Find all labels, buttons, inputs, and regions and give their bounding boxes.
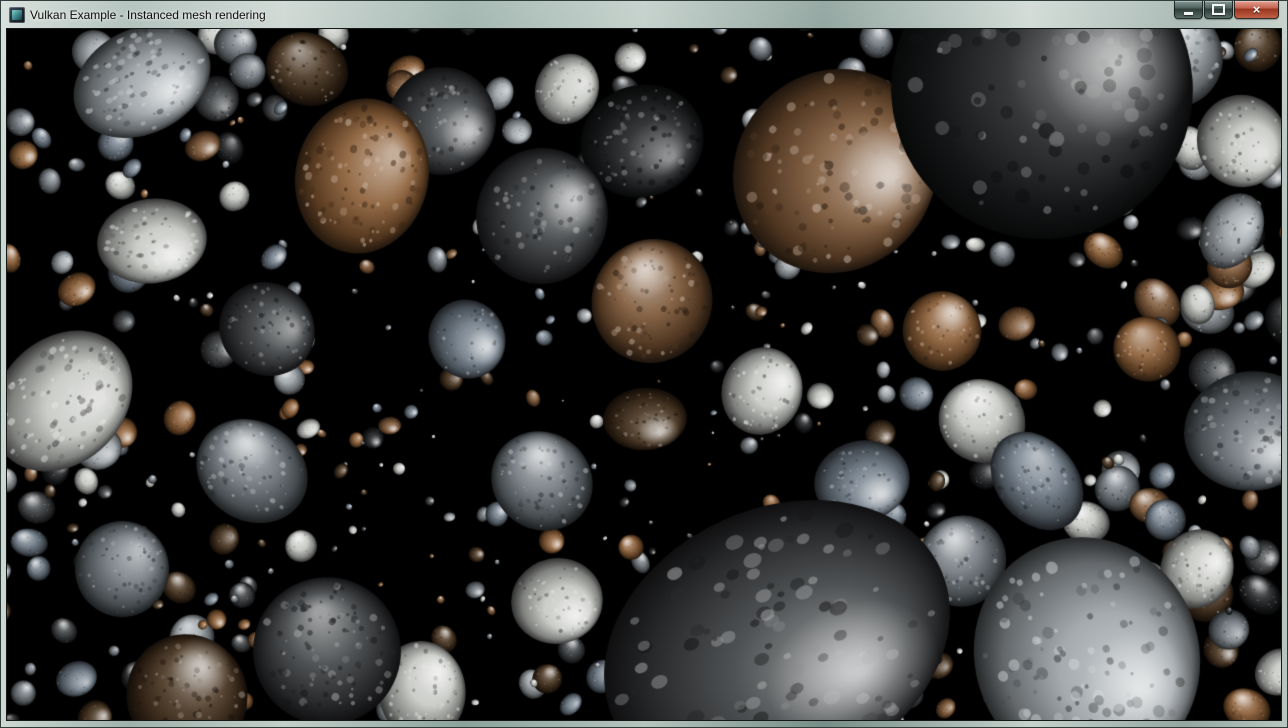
window-controls: × [1174, 1, 1279, 19]
maximize-icon [1212, 4, 1225, 15]
minimize-button[interactable] [1174, 1, 1203, 19]
titlebar[interactable]: Vulkan Example - Instanced mesh renderin… [1, 1, 1287, 28]
close-button[interactable]: × [1234, 1, 1279, 19]
app-window: Vulkan Example - Instanced mesh renderin… [0, 0, 1288, 728]
minimize-icon [1184, 12, 1193, 15]
app-icon [9, 7, 25, 23]
close-icon: × [1253, 3, 1261, 16]
scene-canvas[interactable] [7, 29, 1281, 720]
window-title: Vulkan Example - Instanced mesh renderin… [30, 8, 266, 22]
maximize-button[interactable] [1204, 1, 1233, 19]
render-viewport [6, 28, 1282, 721]
